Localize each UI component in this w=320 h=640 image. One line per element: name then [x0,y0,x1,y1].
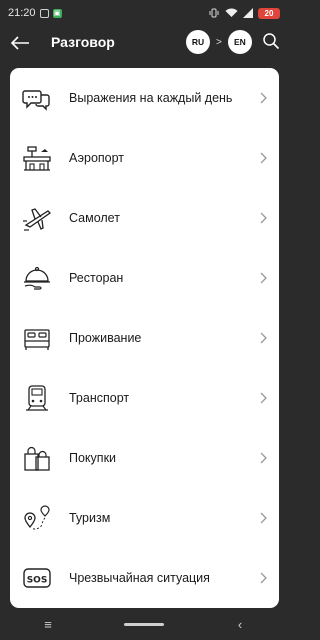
category-label: Ресторан [69,270,124,285]
category-item-airport[interactable]: Аэропорт [10,128,279,188]
status-right: 20 [208,7,280,19]
vibrate-icon [209,8,219,18]
category-label: Транспорт [69,390,130,405]
category-label: Чрезвычайная ситуация [69,570,210,585]
app-icon: ▣ [52,8,62,18]
chevron-right-icon [260,152,267,164]
category-label: Выражения на каждый день [69,90,233,105]
chevron-right-icon [260,272,267,284]
cloche-icon [24,266,50,290]
battery-icon: 20 [258,7,280,19]
category-label: Проживание [69,330,142,345]
menu-nav-button[interactable]: ≡ [28,612,68,636]
category-label: Покупки [69,450,117,465]
category-label: Туризм [69,510,111,525]
sos-icon: SOS [23,568,51,588]
home-pill-icon [124,622,164,626]
chevron-right-icon [260,392,267,404]
notification-icon [39,8,49,18]
chevron-right-icon [260,212,267,224]
signal-icon [243,8,253,18]
status-time: 21:20 [8,7,36,19]
shopping-bags-icon [24,446,50,471]
chevron-right-icon [260,572,267,584]
back-arrow-icon[interactable] [9,32,31,54]
system-nav-bar: ≡ ‹ [0,608,288,640]
chevron-right-icon [260,452,267,464]
language-arrow: > [216,36,222,48]
status-left: 21:20 ▣ [8,7,62,19]
wifi-icon [225,8,238,17]
airport-icon [23,146,51,171]
chevron-right-icon [260,92,267,104]
back-nav-button[interactable]: ‹ [220,612,260,636]
search-icon[interactable] [262,32,280,50]
train-icon [26,385,48,411]
language-switcher[interactable]: RU > EN [186,30,252,54]
category-list: Выражения на каждый день Аэропорт Самоле… [10,68,279,608]
chat-bubbles-icon [22,90,50,111]
category-item-transport[interactable]: Транспорт [10,368,279,428]
source-language-button[interactable]: RU [186,30,210,54]
map-route-icon [24,505,50,530]
svg-text:SOS: SOS [27,576,48,586]
chevron-right-icon [260,332,267,344]
category-item-accommodation[interactable]: Проживание [10,308,279,368]
category-item-tourism[interactable]: Туризм [10,488,279,548]
category-item-restaurant[interactable]: Ресторан [10,248,279,308]
airplane-icon [23,208,52,231]
app-bar: Разговор RU > EN [0,26,288,60]
target-language-button[interactable]: EN [227,30,252,54]
category-item-everyday[interactable]: Выражения на каждый день [10,68,279,128]
chevron-right-icon [260,512,267,524]
category-label: Аэропорт [69,150,125,165]
category-item-emergency[interactable]: SOS Чрезвычайная ситуация [10,548,279,608]
bed-icon [24,329,50,350]
category-item-airplane[interactable]: Самолет [10,188,279,248]
page-title: Разговор [51,34,115,50]
home-nav-button[interactable] [124,612,164,636]
category-item-shopping[interactable]: Покупки [10,428,279,488]
category-label: Самолет [69,210,120,225]
status-bar: 21:20 ▣ 20 [0,0,288,26]
